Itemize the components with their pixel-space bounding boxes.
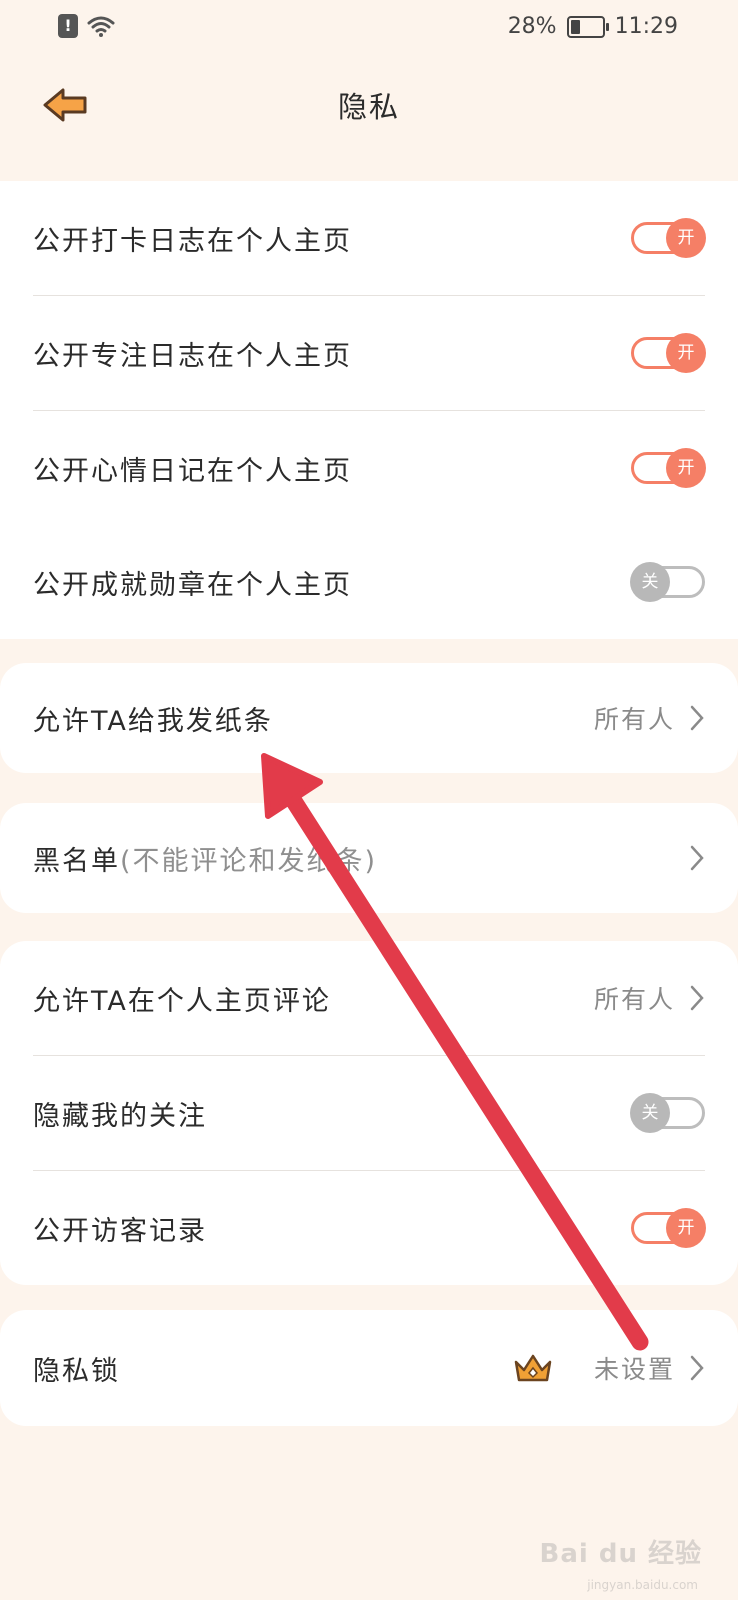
mood-diary-row: 公开心情日记在个人主页 开	[33, 411, 706, 525]
row-right: 所有人	[594, 700, 705, 736]
row-right: 未设置	[512, 1350, 705, 1386]
toggle-knob: 开	[666, 448, 706, 488]
focus-log-row: 公开专注日志在个人主页 开	[33, 296, 706, 411]
clock: 11:29	[614, 14, 678, 39]
crown-icon	[514, 1354, 552, 1382]
row-label: 允许TA给我发纸条	[33, 705, 273, 737]
watermark: Bai du 经验	[539, 1539, 702, 1569]
wifi-icon	[87, 16, 115, 37]
row-label: 公开专注日志在个人主页	[33, 340, 352, 372]
header: 隐私	[0, 70, 738, 140]
hide-follow-row: 隐藏我的关注 关	[33, 1056, 705, 1171]
message-permission-card: 允许TA给我发纸条 所有人	[0, 663, 738, 773]
watermark-url: jingyan.baidu.com	[587, 1578, 698, 1592]
toggle-knob: 开	[666, 218, 706, 258]
chevron-right-icon	[690, 845, 704, 871]
blacklist-label: 黑名单	[33, 845, 120, 877]
row-label: 公开访客记录	[33, 1215, 207, 1247]
chevron-right-icon	[690, 1355, 704, 1381]
row-label: 隐藏我的关注	[33, 1100, 207, 1132]
row-value: 所有人	[593, 985, 675, 1014]
status-left: !	[58, 14, 116, 38]
blacklist-card: 黑名单(不能评论和发纸条)	[0, 803, 738, 913]
focus-log-toggle[interactable]: 开	[631, 333, 706, 373]
row-right: 所有人	[594, 980, 705, 1016]
row-value: 所有人	[593, 705, 675, 734]
privacy-lock-card: 隐私锁 未设置	[0, 1310, 738, 1426]
row-label: 黑名单(不能评论和发纸条)	[33, 839, 377, 878]
toggle-knob: 开	[666, 333, 706, 373]
battery-percent: 28%	[507, 14, 557, 39]
row-label: 公开心情日记在个人主页	[33, 455, 352, 487]
row-right	[689, 844, 705, 872]
page-title: 隐私	[337, 90, 400, 124]
allow-notes-row[interactable]: 允许TA给我发纸条 所有人	[33, 663, 705, 773]
visitor-record-row: 公开访客记录 开	[33, 1171, 706, 1285]
achievement-badge-toggle[interactable]: 关	[630, 562, 705, 602]
allow-comment-row[interactable]: 允许TA在个人主页评论 所有人	[33, 941, 705, 1056]
row-value: 未设置	[593, 1355, 675, 1384]
chevron-right-icon	[690, 705, 704, 731]
checkin-log-row: 公开打卡日志在个人主页 开	[33, 181, 706, 296]
profile-visibility-card: 公开打卡日志在个人主页 开 公开专注日志在个人主页 开 公开心情日记在个人主页 …	[0, 181, 738, 639]
row-label: 允许TA在个人主页评论	[33, 985, 331, 1017]
row-label: 公开打卡日志在个人主页	[33, 225, 352, 257]
row-label: 隐私锁	[33, 1355, 120, 1387]
status-bar: ! 28% 11:29	[0, 0, 738, 56]
toggle-knob: 关	[630, 562, 670, 602]
blacklist-row[interactable]: 黑名单(不能评论和发纸条)	[33, 803, 705, 913]
mood-diary-toggle[interactable]: 开	[631, 448, 706, 488]
row-label: 公开成就勋章在个人主页	[33, 569, 352, 601]
privacy-lock-row[interactable]: 隐私锁 未设置	[33, 1310, 705, 1426]
toggle-knob: 开	[666, 1208, 706, 1248]
chevron-right-icon	[690, 985, 704, 1011]
hide-follow-toggle[interactable]: 关	[630, 1093, 705, 1133]
battery-icon	[566, 15, 609, 38]
visitor-record-toggle[interactable]: 开	[631, 1208, 706, 1248]
blacklist-hint: (不能评论和发纸条)	[120, 845, 378, 877]
status-right: 28% 11:29	[508, 14, 678, 39]
toggle-knob: 关	[630, 1093, 670, 1133]
profile-interaction-card: 允许TA在个人主页评论 所有人 隐藏我的关注 关 公开访客记录 开	[0, 941, 738, 1285]
sim-alert-icon: !	[58, 14, 78, 38]
achievement-badge-row: 公开成就勋章在个人主页 关	[33, 525, 705, 639]
checkin-log-toggle[interactable]: 开	[631, 218, 706, 258]
